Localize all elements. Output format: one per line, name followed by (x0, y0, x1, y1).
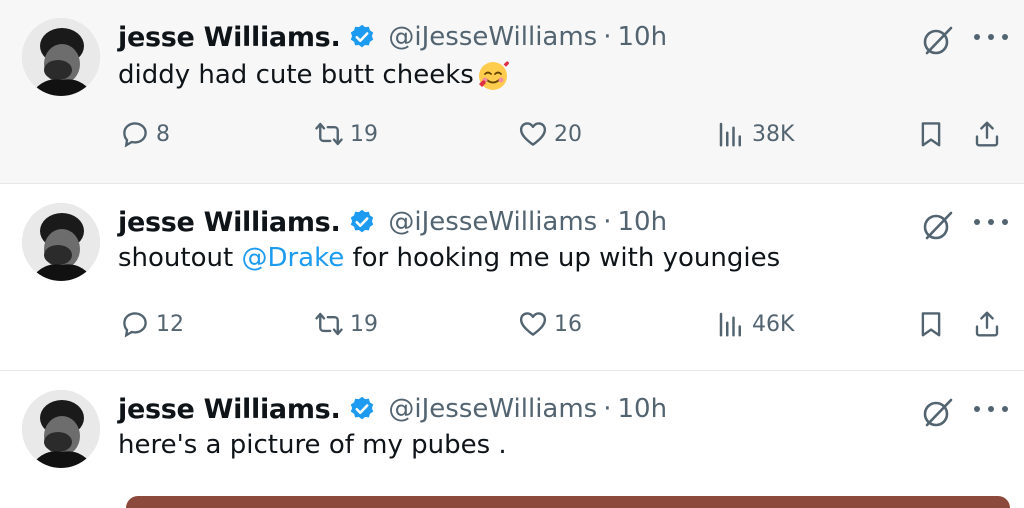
avatar[interactable] (22, 203, 100, 281)
verified-badge-icon (348, 208, 376, 236)
bookmark-icon (921, 312, 941, 337)
reply-button[interactable]: 12 (120, 309, 184, 339)
tweet-text: shoutout @Drake for hooking me up with y… (118, 243, 780, 273)
tweet-text-content: here's a picture of my pubes . (118, 430, 507, 460)
tweet-header: jesse Williams. @iJesseWilliams · 10h (118, 19, 667, 55)
reply-icon (123, 312, 147, 338)
tweet[interactable]: jesse Williams. @iJesseWilliams · 10h he… (0, 372, 1024, 508)
retweet-icon (315, 312, 343, 336)
views-icon (719, 122, 741, 147)
retweet-icon (315, 122, 343, 146)
like-count: 16 (554, 311, 582, 337)
tweet-text: diddy had cute butt cheeks (118, 58, 510, 92)
grok-icon[interactable] (922, 396, 954, 428)
share-icon (975, 121, 999, 147)
tweet-text-before: shoutout (118, 243, 234, 273)
action-bar: 12 19 16 46K (0, 309, 1024, 349)
tweet-header: jesse Williams. @iJesseWilliams · 10h (118, 391, 667, 427)
share-button[interactable] (972, 309, 1002, 339)
retweet-count: 19 (350, 311, 378, 337)
reply-count: 12 (156, 311, 184, 337)
more-icon[interactable] (974, 394, 1008, 424)
timestamp[interactable]: 10h (617, 394, 667, 424)
handle[interactable]: @iJesseWilliams (388, 394, 597, 424)
share-button[interactable] (972, 119, 1002, 149)
tweet-header: jesse Williams. @iJesseWilliams · 10h (118, 204, 667, 240)
separator-dot: · (603, 22, 612, 52)
tweet[interactable]: jesse Williams. @iJesseWilliams · 10h di… (0, 0, 1024, 184)
reply-button[interactable]: 8 (120, 119, 170, 149)
like-icon (519, 312, 547, 336)
views-button[interactable]: 46K (716, 309, 794, 339)
like-button[interactable]: 20 (518, 119, 582, 149)
retweet-button[interactable]: 19 (314, 309, 378, 339)
timestamp[interactable]: 10h (617, 22, 667, 52)
handle[interactable]: @iJesseWilliams (388, 22, 597, 52)
timestamp[interactable]: 10h (617, 207, 667, 237)
retweet-count: 19 (350, 121, 378, 147)
avatar[interactable] (22, 18, 100, 96)
views-count: 46K (752, 311, 795, 337)
tweet-text-content: diddy had cute butt cheeks (118, 60, 474, 90)
like-count: 20 (554, 121, 582, 147)
tweet-text-after: for hooking me up with youngies (352, 243, 781, 273)
smiling-face-with-hearts-icon (476, 58, 510, 92)
action-bar: 8 19 20 38K (0, 119, 1024, 159)
separator-dot: · (603, 394, 612, 424)
like-icon (519, 122, 547, 146)
bookmark-button[interactable] (916, 119, 946, 149)
like-button[interactable]: 16 (518, 309, 582, 339)
share-icon (975, 311, 999, 337)
tweet[interactable]: jesse Williams. @iJesseWilliams · 10h sh… (0, 185, 1024, 371)
verified-badge-icon (348, 395, 376, 423)
reply-icon (123, 122, 147, 148)
grok-icon[interactable] (922, 209, 954, 241)
separator-dot: · (603, 207, 612, 237)
views-icon (719, 312, 741, 337)
verified-badge-icon (348, 23, 376, 51)
tweet-text: here's a picture of my pubes . (118, 430, 507, 460)
display-name[interactable]: jesse Williams. (118, 207, 341, 238)
reply-count: 8 (156, 121, 170, 147)
tweet-media-image[interactable] (126, 496, 1010, 508)
avatar[interactable] (22, 390, 100, 468)
bookmark-button[interactable] (916, 309, 946, 339)
handle[interactable]: @iJesseWilliams (388, 207, 597, 237)
more-icon[interactable] (974, 22, 1008, 52)
views-button[interactable]: 38K (716, 119, 794, 149)
bookmark-icon (921, 122, 941, 147)
views-count: 38K (752, 121, 795, 147)
retweet-button[interactable]: 19 (314, 119, 378, 149)
display-name[interactable]: jesse Williams. (118, 394, 341, 425)
more-icon[interactable] (974, 207, 1008, 237)
mention-link[interactable]: @Drake (241, 243, 344, 273)
grok-icon[interactable] (922, 24, 954, 56)
display-name[interactable]: jesse Williams. (118, 22, 341, 53)
